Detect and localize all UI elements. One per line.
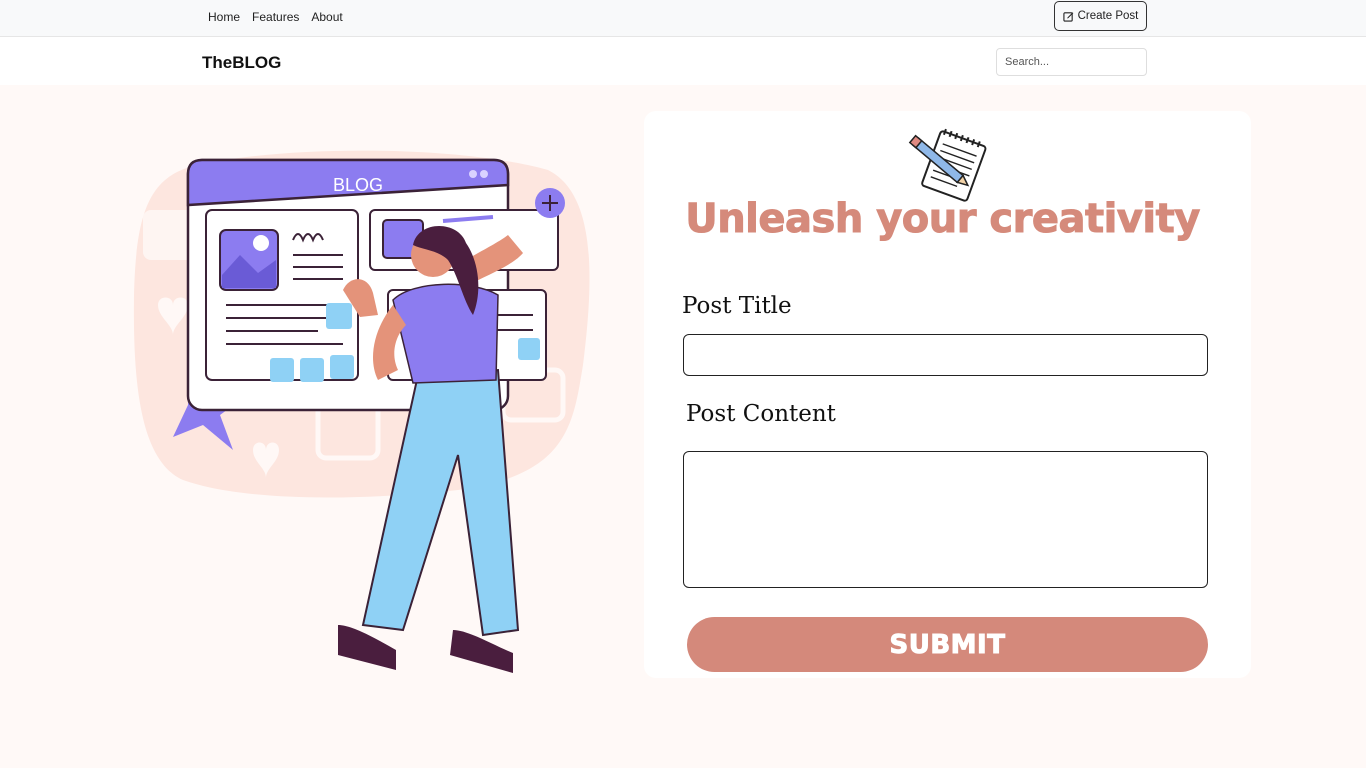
top-navbar <box>0 0 1366 37</box>
post-content-label: Post Content <box>686 401 836 427</box>
top-nav: Home Features About <box>208 0 343 33</box>
board-title: BLOG <box>333 175 383 195</box>
create-post-label: Create Post <box>1077 10 1139 22</box>
nav-link-about[interactable]: About <box>311 10 342 24</box>
edit-icon <box>1062 11 1073 22</box>
page-headline: Unleash your creativity <box>685 196 1201 243</box>
post-title-label: Post Title <box>682 293 792 319</box>
notepad-pencil-icon <box>908 128 987 202</box>
search-input[interactable] <box>996 48 1147 76</box>
nav-link-features[interactable]: Features <box>252 10 299 24</box>
brand-logo[interactable]: TheBLOG <box>202 53 281 73</box>
nav-link-home[interactable]: Home <box>208 10 240 24</box>
blog-illustration: BLOG <box>133 150 590 673</box>
post-title-input[interactable] <box>683 334 1208 376</box>
submit-button[interactable]: SUBMIT <box>687 617 1208 672</box>
post-content-textarea[interactable] <box>683 451 1208 588</box>
create-post-button[interactable]: Create Post <box>1054 1 1147 31</box>
